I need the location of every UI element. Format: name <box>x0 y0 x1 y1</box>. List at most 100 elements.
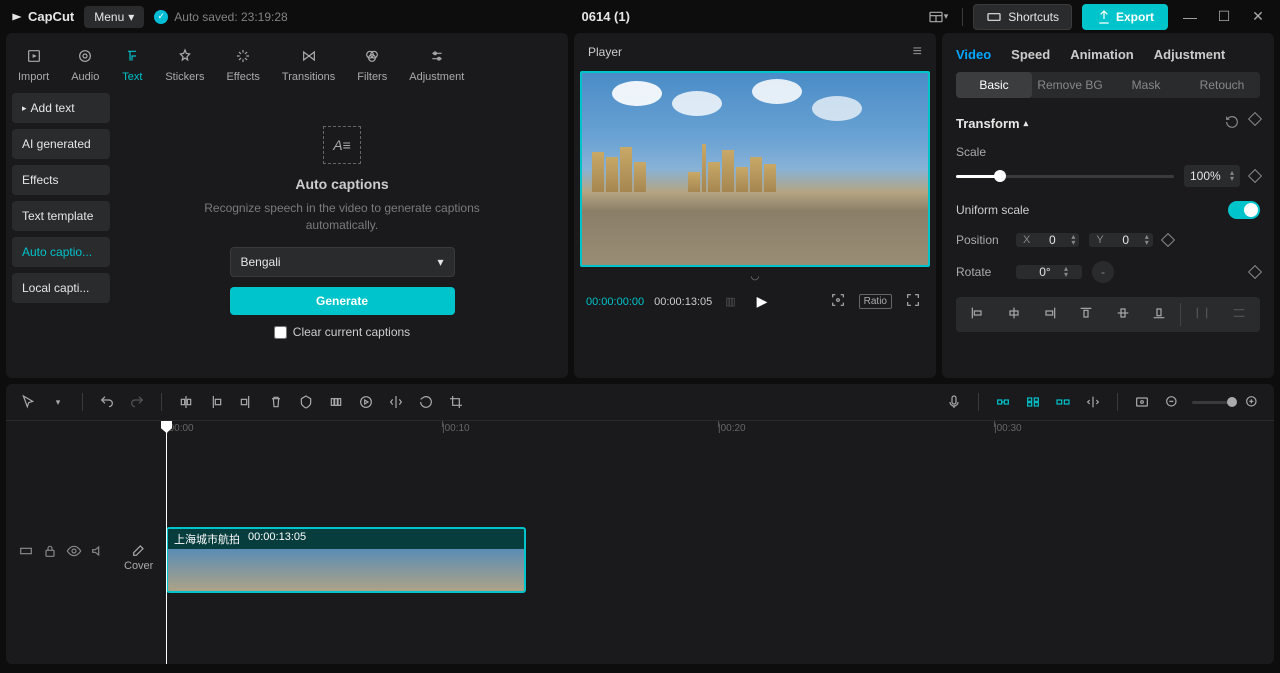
keyframe-icon[interactable] <box>1248 169 1262 183</box>
track-toggle-icon[interactable] <box>18 543 34 562</box>
mute-icon[interactable] <box>90 543 106 562</box>
cover-button[interactable]: Cover <box>124 542 153 572</box>
spinner-icon[interactable]: ▴▾ <box>1064 266 1068 278</box>
position-y-input[interactable]: Y▴▾ <box>1089 233 1152 247</box>
spinner-icon[interactable]: ▴▾ <box>1230 170 1234 182</box>
menu-label: Menu <box>94 10 124 24</box>
sidebar-item-local-captions[interactable]: Local capti... <box>12 273 110 303</box>
rotate-tool[interactable] <box>416 392 436 412</box>
minimize-button[interactable]: — <box>1178 9 1202 25</box>
export-button[interactable]: Export <box>1082 4 1168 30</box>
align-center-v[interactable] <box>1108 303 1138 326</box>
eye-icon[interactable] <box>66 543 82 562</box>
rotate-input[interactable]: ▴▾ <box>1016 265 1082 279</box>
timeline-tracks[interactable]: |00:00 |00:10 |00:20 |00:30 上海城市航拍 00:00… <box>160 421 1274 664</box>
sidebar-item-text-template[interactable]: Text template <box>12 201 110 231</box>
align-right[interactable] <box>1035 303 1065 326</box>
play-button[interactable]: ▶ <box>757 293 768 310</box>
player-menu-button[interactable]: ≡ <box>913 43 922 61</box>
mirror-tool[interactable] <box>386 392 406 412</box>
timeline-ruler[interactable]: |00:00 |00:10 |00:20 |00:30 <box>160 421 1274 439</box>
rotate-value[interactable] <box>1030 265 1060 279</box>
sidebar-item-auto-captions[interactable]: Auto captio... <box>12 237 110 267</box>
menu-button[interactable]: Menu ▾ <box>84 6 144 28</box>
reset-icon[interactable] <box>1224 114 1240 133</box>
keyframe-icon[interactable] <box>1161 233 1175 247</box>
mic-tool[interactable] <box>944 392 964 412</box>
uniform-scale-toggle[interactable] <box>1228 201 1260 219</box>
tab-transitions[interactable]: Transitions <box>280 41 337 87</box>
ratio-button[interactable]: Ratio <box>859 294 892 309</box>
marker-tool[interactable] <box>296 392 316 412</box>
layout-button[interactable]: ▾ <box>924 5 953 29</box>
tab-animation[interactable]: Animation <box>1070 47 1134 62</box>
freeze-tool[interactable] <box>326 392 346 412</box>
preview-tool[interactable] <box>1083 392 1103 412</box>
lock-icon[interactable] <box>42 543 58 562</box>
undo-button[interactable] <box>97 392 117 412</box>
scale-input[interactable]: 100%▴▾ <box>1184 165 1240 187</box>
zoom-slider[interactable] <box>1192 401 1232 404</box>
align-left[interactable] <box>962 303 992 326</box>
clear-checkbox-input[interactable] <box>274 326 287 339</box>
tab-text[interactable]: Text <box>119 41 145 87</box>
trim-left-tool[interactable] <box>206 392 226 412</box>
subtab-remove-bg[interactable]: Remove BG <box>1032 72 1108 98</box>
preview-render[interactable] <box>1132 392 1152 412</box>
tab-stickers[interactable]: Stickers <box>163 41 206 87</box>
tab-speed[interactable]: Speed <box>1011 47 1050 62</box>
x-value[interactable] <box>1037 233 1067 247</box>
zoom-in[interactable] <box>1242 392 1262 412</box>
compare-icon[interactable]: ▥ <box>722 295 738 308</box>
align-top[interactable] <box>1071 303 1101 326</box>
split-tool[interactable] <box>176 392 196 412</box>
tab-adjustment[interactable]: Adjustment <box>407 41 466 87</box>
tab-effects[interactable]: Effects <box>224 41 261 87</box>
playhead[interactable] <box>166 421 167 664</box>
tab-audio[interactable]: Audio <box>69 41 101 87</box>
record-tool[interactable] <box>356 392 376 412</box>
keyframe-icon[interactable] <box>1248 112 1262 126</box>
subtab-mask[interactable]: Mask <box>1108 72 1184 98</box>
language-select[interactable]: Bengali ▾ <box>230 247 455 277</box>
check-icon: ✓ <box>154 10 168 24</box>
sidebar-item-effects[interactable]: Effects <box>12 165 110 195</box>
subtab-retouch[interactable]: Retouch <box>1184 72 1260 98</box>
tab-import[interactable]: Import <box>16 41 51 87</box>
player-video[interactable] <box>580 71 930 267</box>
pointer-dropdown[interactable]: ▾ <box>48 392 68 412</box>
sidebar-item-add-text[interactable]: ▸Add text <box>12 93 110 123</box>
position-x-input[interactable]: X▴▾ <box>1016 233 1079 247</box>
crop-tool[interactable] <box>446 392 466 412</box>
align-bottom[interactable] <box>1144 303 1174 326</box>
snap-main-track[interactable] <box>993 392 1013 412</box>
spinner-icon[interactable]: ▴▾ <box>1071 234 1075 246</box>
fullscreen-icon[interactable] <box>902 292 924 311</box>
sidebar-item-ai-generated[interactable]: AI generated <box>12 129 110 159</box>
scan-icon[interactable] <box>827 292 849 311</box>
close-button[interactable]: ✕ <box>1246 8 1270 25</box>
video-clip[interactable]: 上海城市航拍 00:00:13:05 <box>166 527 526 593</box>
keyframe-icon[interactable] <box>1248 265 1262 279</box>
tab-video[interactable]: Video <box>956 47 991 62</box>
current-time: 00:00:00:00 <box>586 296 644 308</box>
spinner-icon[interactable]: ▴▾ <box>1145 234 1149 246</box>
trim-right-tool[interactable] <box>236 392 256 412</box>
zoom-out[interactable] <box>1162 392 1182 412</box>
y-value[interactable] <box>1111 233 1141 247</box>
rotate-dial[interactable]: - <box>1092 261 1114 283</box>
snap-link[interactable] <box>1053 392 1073 412</box>
chevron-up-icon[interactable]: ▴ <box>1024 118 1029 129</box>
scale-slider[interactable] <box>956 175 1174 178</box>
tab-filters[interactable]: Filters <box>355 41 389 87</box>
shortcuts-button[interactable]: Shortcuts <box>973 4 1072 30</box>
maximize-button[interactable]: ☐ <box>1212 8 1236 25</box>
subtab-basic[interactable]: Basic <box>956 72 1032 98</box>
pointer-tool[interactable] <box>18 392 38 412</box>
tab-adjustment[interactable]: Adjustment <box>1154 47 1226 62</box>
align-center-h[interactable] <box>998 303 1028 326</box>
generate-button[interactable]: Generate <box>230 287 455 315</box>
delete-tool[interactable] <box>266 392 286 412</box>
clear-captions-checkbox[interactable]: Clear current captions <box>274 325 410 339</box>
snap-tracks[interactable] <box>1023 392 1043 412</box>
